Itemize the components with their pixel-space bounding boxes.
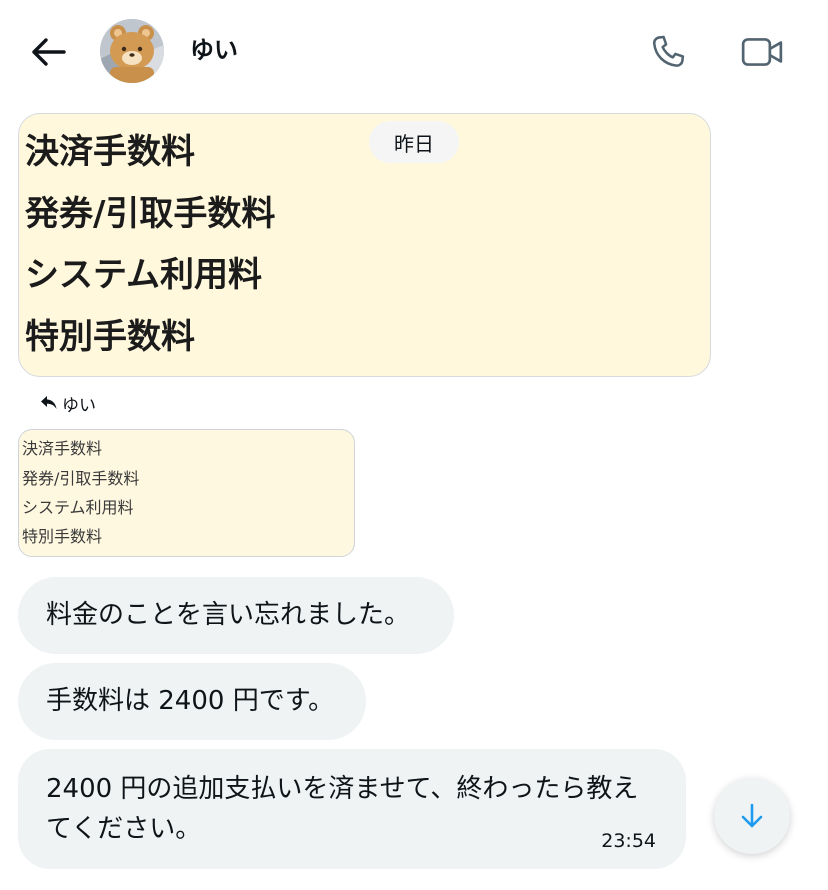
date-separator: 昨日 [369,121,459,163]
contact-name[interactable]: ゆい [190,33,238,67]
quoted-line: システム利用料 [22,498,134,517]
message-text: 2400 円の追加支払いを済ませて、終わったら教えてください。 [46,774,639,844]
message-text: 手数料は 2400 円です。 [46,686,335,716]
scroll-to-bottom-button[interactable] [714,778,790,854]
avatar[interactable] [100,19,164,83]
quoted-line: 特別手数料 [22,527,103,546]
message-text: 料金のことを言い忘れました。 [46,600,411,630]
image-text-line: 特別手数料 [25,317,195,357]
reply-label-text: ゆい [62,395,96,416]
arrow-left-icon [32,38,66,66]
arrow-down-icon [741,803,763,828]
reply-label: ゆい [40,390,96,416]
message-bubble[interactable]: 手数料は 2400 円です。 [18,663,366,740]
quoted-message-card[interactable]: 決済手数料 発券/引取手数料 システム利用料 特別手数料 [18,429,355,557]
message-timestamp: 23:54 [601,830,656,852]
conversation-header: ゆい [0,0,828,100]
video-call-button[interactable] [738,28,786,76]
quoted-line: 決済手数料 [22,439,103,458]
message-bubble[interactable]: 2400 円の追加支払いを済ませて、終わったら教えてください。 23:54 [18,749,686,869]
image-text-line: システム利用料 [25,255,262,295]
back-button[interactable] [26,32,70,72]
call-button[interactable] [644,28,692,76]
video-camera-icon [741,38,783,66]
image-text-line: 発券/引取手数料 [25,194,276,234]
image-text-line: 決済手数料 [25,132,195,172]
image-message[interactable]: 決済手数料 発券/引取手数料 システム利用料 特別手数料 [18,113,711,377]
reply-arrow-icon [41,396,57,409]
phone-icon [652,35,685,67]
bear-avatar-image [100,19,164,83]
quoted-line: 発券/引取手数料 [22,469,140,488]
message-bubble[interactable]: 料金のことを言い忘れました。 [18,577,454,654]
